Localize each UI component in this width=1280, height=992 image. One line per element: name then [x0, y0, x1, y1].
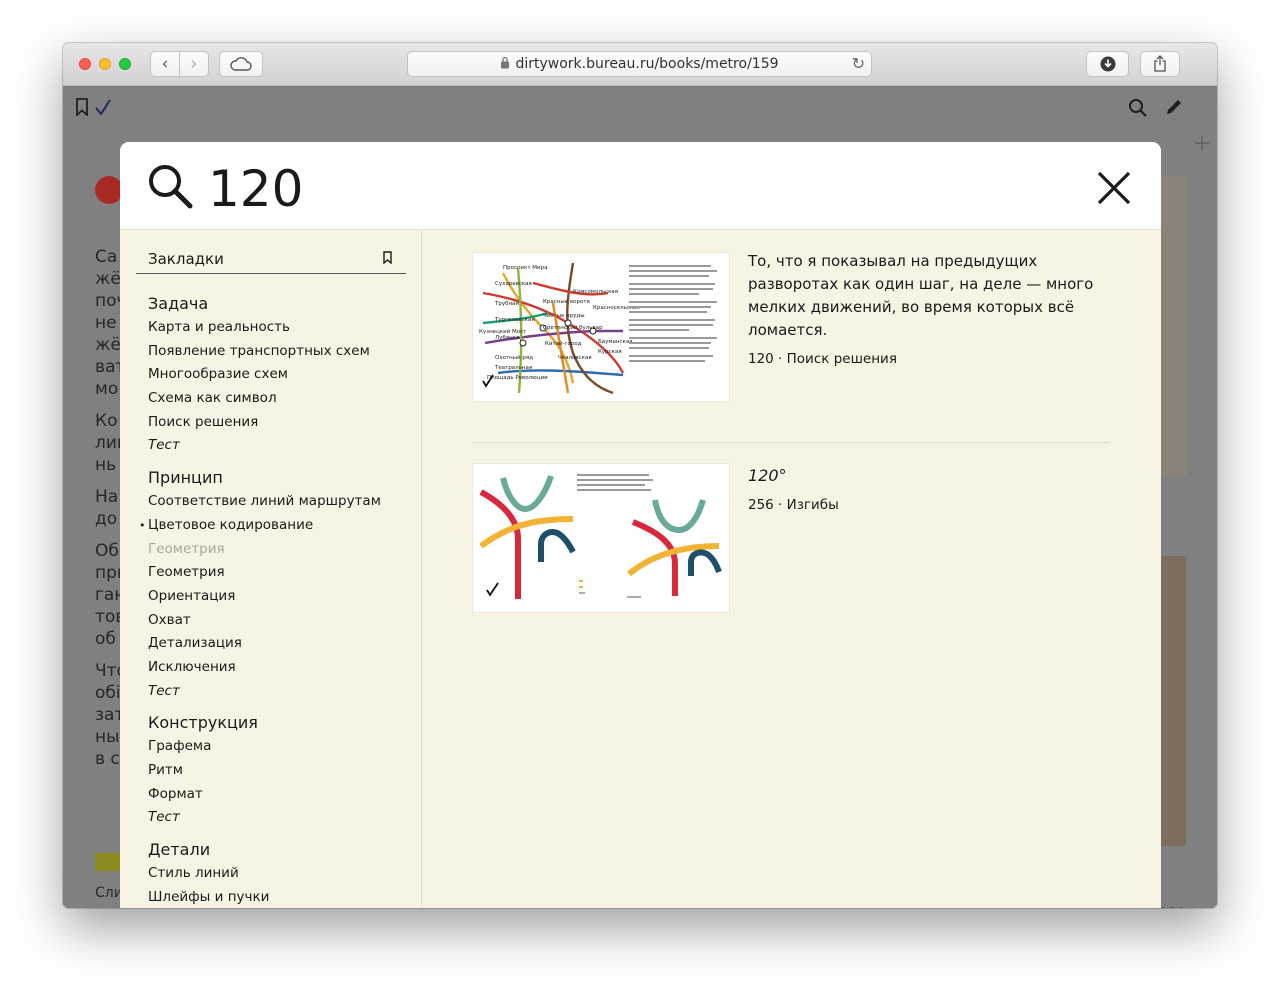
share-icon	[1154, 55, 1166, 72]
toc-section-title[interactable]: Принцип	[148, 466, 418, 490]
toc-item[interactable]: Формат	[148, 783, 418, 807]
toc-item[interactable]: Геометрия	[148, 538, 418, 562]
result-thumbnail[interactable]	[473, 464, 729, 612]
thumb-label: Проспект Мира	[503, 265, 547, 271]
toc-item[interactable]: Графема	[148, 735, 418, 759]
search-icon	[149, 165, 193, 209]
result-thumbnail[interactable]: Проспект Мира Сухаревская Трубная Турген…	[473, 253, 729, 401]
bg-line: Сли	[95, 885, 123, 901]
search-panel: Закладки ЗадачаКарта и реальностьПоявлен…	[120, 142, 1161, 908]
thumb-label: Бауманская	[598, 339, 633, 345]
toc-item[interactable]: Тест	[148, 680, 418, 704]
close-window-button[interactable]	[79, 58, 91, 70]
thumb-label: Площадь Революции	[487, 375, 548, 381]
toc-item[interactable]: Карта и реальность	[148, 316, 418, 340]
thumb-label: Лубянка	[495, 335, 519, 341]
toc-item[interactable]: Шлейфы и пучки	[148, 886, 418, 908]
thumb-label: Курская	[598, 349, 622, 355]
toc-item[interactable]: Охват	[148, 609, 418, 633]
toc-item[interactable]: Детализация	[148, 632, 418, 656]
thumb-label: Трубная	[494, 301, 519, 307]
result-text: 120° 256 · Изгибы	[748, 464, 1108, 517]
bookmark-icon[interactable]	[75, 98, 89, 116]
bookmark-icon	[383, 251, 392, 264]
checkmark-icon[interactable]	[94, 98, 112, 116]
toc-item[interactable]: Ориентация	[148, 585, 418, 609]
thumb-label: Охотный ряд	[495, 354, 533, 361]
toc-item[interactable]: Соответствие линий маршрутам	[148, 490, 418, 514]
search-icon[interactable]	[1128, 98, 1148, 118]
thumb-label: Чистые пруды	[543, 313, 585, 319]
downloads-button[interactable]	[1086, 51, 1129, 77]
thumb-label: Сретенский бульвар	[543, 324, 603, 331]
result-text: То, что я показывал на предыдущих развор…	[748, 250, 1108, 371]
lock-icon	[501, 56, 510, 69]
result-meta[interactable]: 120 · Поиск решения	[748, 348, 1108, 371]
line-dot	[95, 176, 123, 204]
address-bar[interactable]: dirtywork.bureau.ru/books/metro/159 ↻	[407, 51, 872, 77]
thumb-label: Чкаловская	[558, 355, 592, 361]
color-swatch	[95, 853, 121, 871]
toc-section-title[interactable]: Конструкция	[148, 711, 418, 735]
toc-item[interactable]: Многообразие схем	[148, 363, 418, 387]
new-tab-button[interactable]: +	[1187, 129, 1217, 159]
toc-section-title[interactable]: Детали	[148, 838, 418, 862]
reload-icon[interactable]: ↻	[852, 52, 865, 76]
thumb-label: Красные ворота	[543, 299, 590, 305]
toc-item[interactable]: Схема как символ	[148, 387, 418, 411]
toc-item[interactable]: Появление транспортных схем	[148, 340, 418, 364]
zoom-window-button[interactable]	[119, 58, 131, 70]
download-icon	[1100, 56, 1115, 72]
result-title: 120°	[748, 466, 787, 485]
bookmarks-header[interactable]: Закладки	[136, 248, 406, 274]
table-of-contents: Закладки Задача Карта и реальность Появлен…	[120, 230, 422, 908]
toc-item[interactable]: Геометрия	[148, 561, 418, 585]
result-meta[interactable]: 256 · Изгибы	[748, 494, 1108, 517]
toc-item[interactable]: Цветовое кодирование	[139, 514, 418, 538]
browser-window: ‹ › dirtywork.bureau.ru/books/metro/159 …	[63, 43, 1217, 908]
thumb-label: Сухаревская	[495, 281, 532, 287]
result-snippet: То, что я показывал на предыдущих развор…	[748, 252, 1094, 339]
toc-item[interactable]: Стиль линий	[148, 862, 418, 886]
toc-item[interactable]: Поиск решения	[148, 411, 418, 435]
forward-button[interactable]: ›	[179, 51, 209, 77]
toc-item[interactable]: Ритм	[148, 759, 418, 783]
back-button[interactable]: ‹	[150, 51, 180, 77]
chevron-right-icon: ›	[190, 54, 198, 74]
toc-list: Задача Карта и реальность Появление трансп…	[139, 292, 418, 908]
chevron-left-icon: ‹	[161, 54, 169, 74]
page-number: 159	[1159, 906, 1186, 908]
url-text: dirtywork.bureau.ru/books/metro/159	[515, 56, 779, 72]
thumb-label: Тургеневская	[494, 317, 535, 323]
toc-item[interactable]: Тест	[148, 806, 418, 830]
browser-toolbar: ‹ › dirtywork.bureau.ru/books/metro/159 …	[63, 43, 1217, 86]
result-divider	[473, 442, 1110, 443]
thumb-label: Кузнецкий Мост	[479, 328, 527, 335]
toc-section-title[interactable]: Задача	[148, 292, 418, 316]
thumb-label: Китай-город	[545, 340, 582, 347]
map-fragment	[1158, 556, 1186, 846]
thumb-label: Комсомольская	[573, 289, 618, 295]
pencil-icon[interactable]	[1164, 97, 1184, 117]
icloud-tabs-button[interactable]	[219, 51, 263, 77]
thumb-label: Театральная	[494, 365, 532, 371]
minimize-window-button[interactable]	[99, 58, 111, 70]
share-button[interactable]	[1140, 51, 1180, 77]
bookmarks-label: Закладки	[148, 250, 224, 268]
toc-item[interactable]: Исключения	[148, 656, 418, 680]
close-icon[interactable]	[1096, 170, 1132, 206]
search-bar	[120, 142, 1161, 230]
toc-item[interactable]: Тест	[148, 434, 418, 458]
map-fragment	[1158, 176, 1187, 476]
cloud-icon	[230, 57, 252, 71]
search-input[interactable]	[206, 150, 1010, 227]
